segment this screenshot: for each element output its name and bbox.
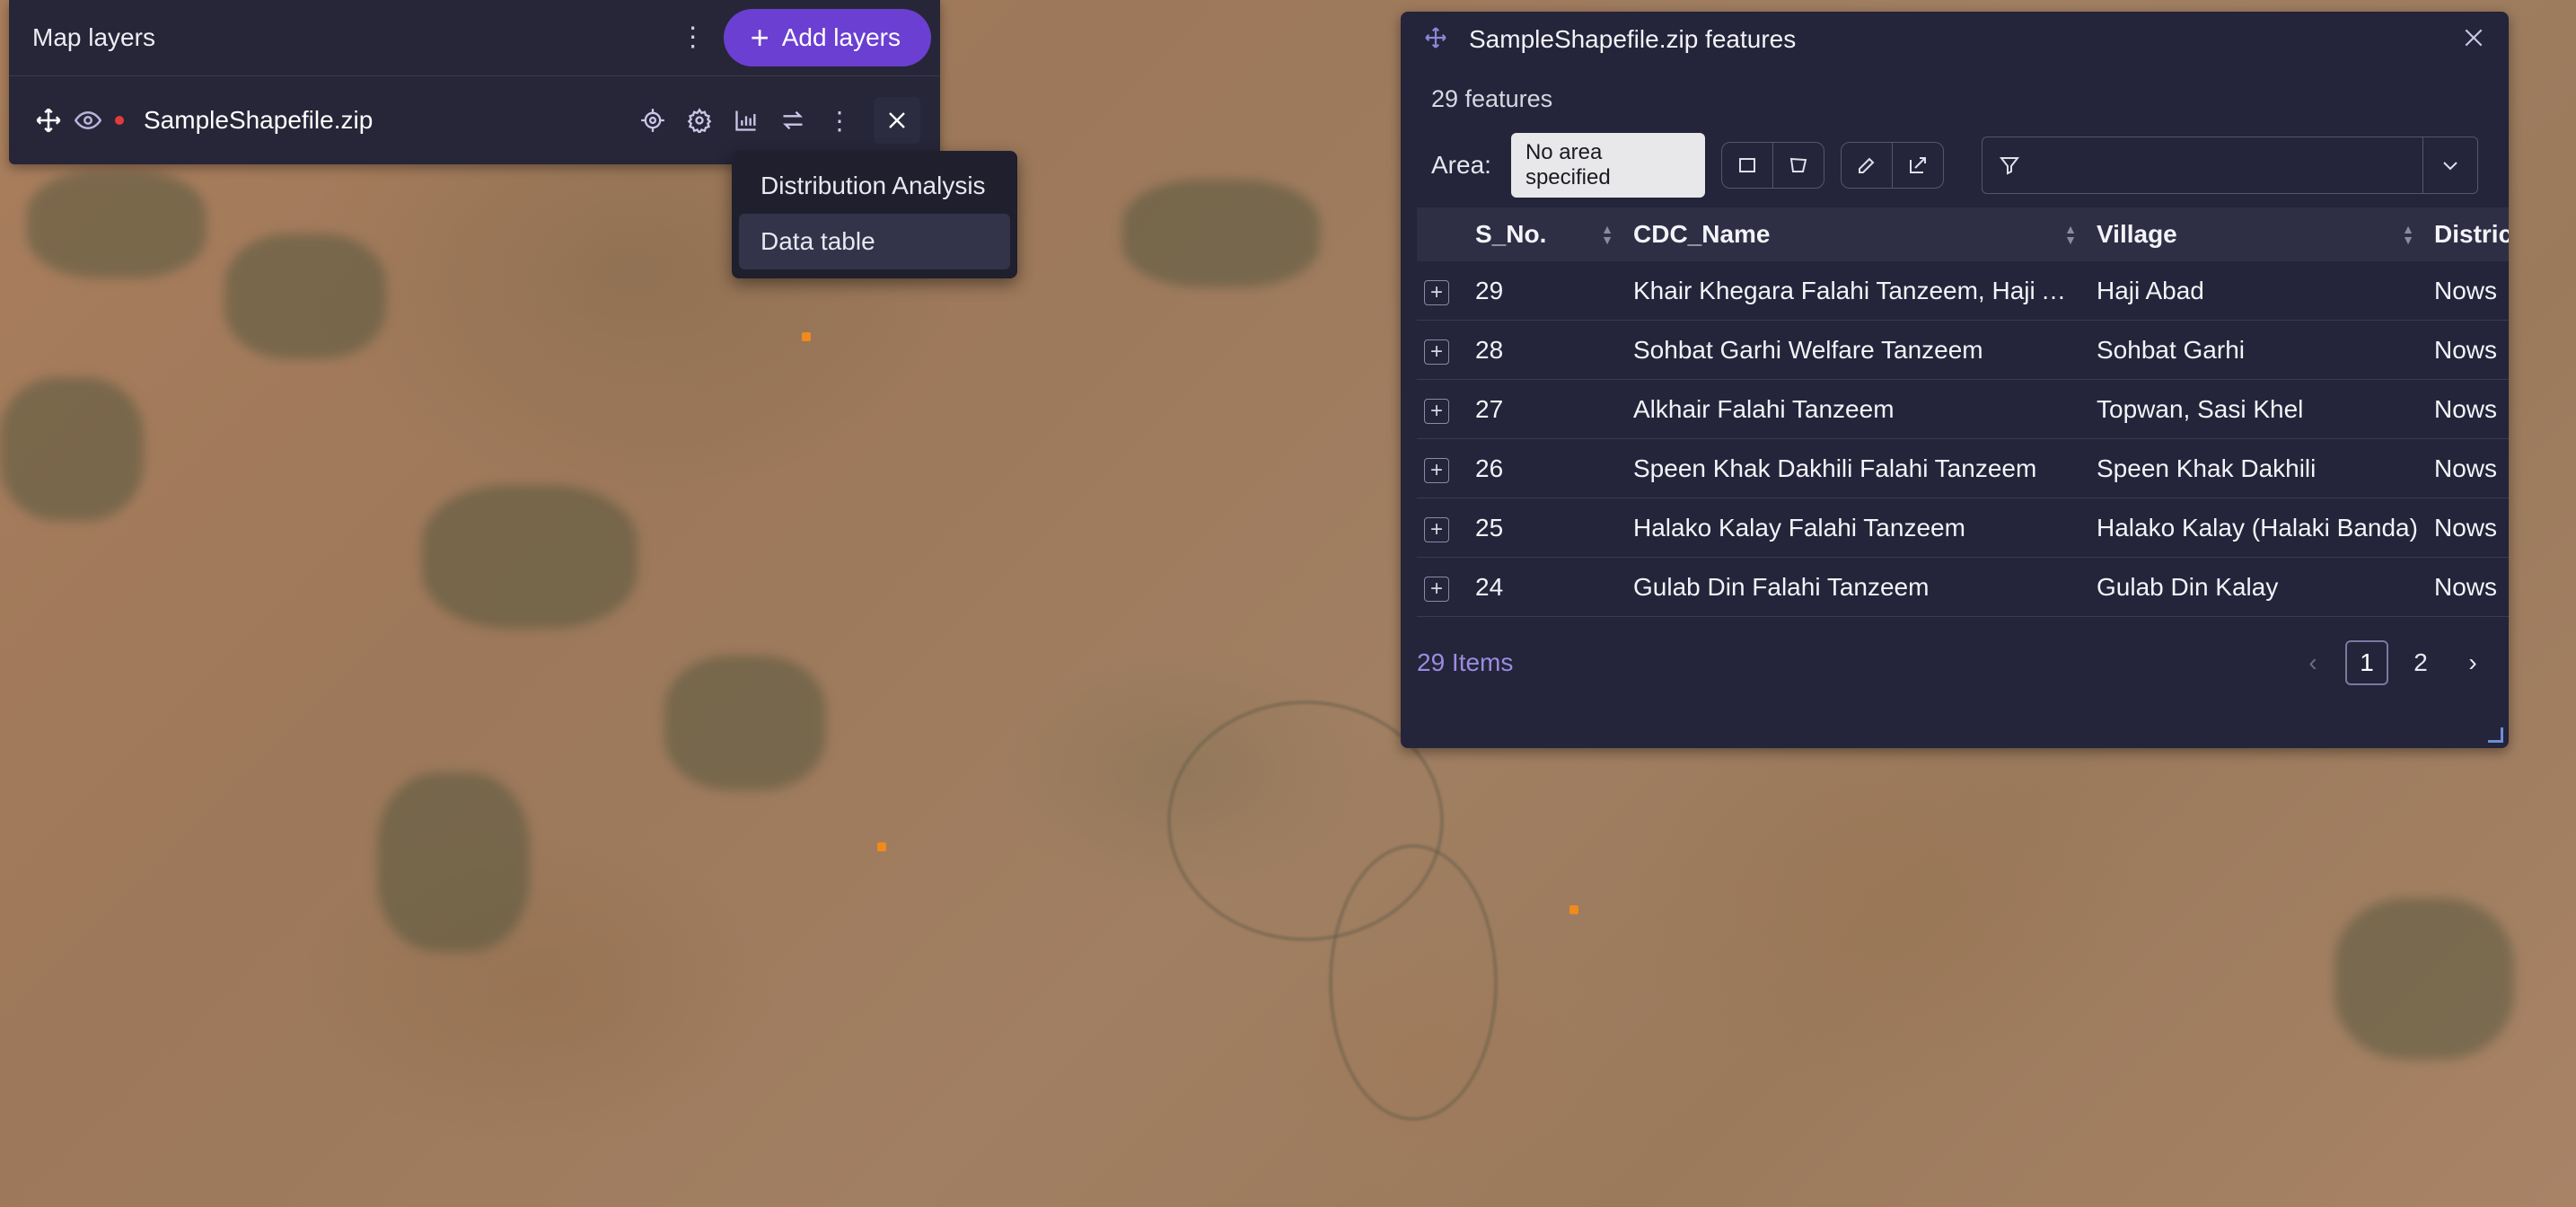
add-layers-button[interactable]: + Add layers xyxy=(723,9,931,66)
cell-cdc-name: Khair Khegara Falahi Tanzeem, Haji Ab... xyxy=(1626,261,2089,321)
sort-icon[interactable]: ▲ ▼ xyxy=(2402,223,2414,246)
expand-row-icon[interactable]: + xyxy=(1424,516,1449,542)
swap-icon[interactable] xyxy=(773,101,813,140)
cell-village: Sohbat Garhi xyxy=(2089,320,2427,380)
add-layers-label: Add layers xyxy=(781,23,901,51)
cell-cdc-name: Gulab Din Falahi Tanzeem xyxy=(1626,557,2089,617)
polygon-select-icon[interactable] xyxy=(1772,143,1824,188)
pencil-icon[interactable] xyxy=(1842,143,1892,188)
cell-village: Haji Abad xyxy=(2089,261,2427,321)
page-2-button[interactable]: 2 xyxy=(2401,642,2440,683)
cell-s-no: 28 xyxy=(1468,320,1626,380)
cell-s-no: 25 xyxy=(1468,498,1626,558)
next-page-icon[interactable]: › xyxy=(2453,642,2492,683)
table-row[interactable]: + 26 Speen Khak Dakhili Falahi Tanzeem S… xyxy=(1417,438,2509,498)
table-row[interactable]: + 28 Sohbat Garhi Welfare Tanzeem Sohbat… xyxy=(1417,320,2509,380)
cell-s-no: 27 xyxy=(1468,379,1626,439)
column-header-district[interactable]: Distric xyxy=(2427,207,2509,261)
cell-district: Nows xyxy=(2427,557,2509,617)
map-layers-panel: Map layers ⋮ + Add layers SampleShapefil… xyxy=(9,0,940,164)
map-marker[interactable] xyxy=(1569,905,1578,914)
close-icon xyxy=(2465,29,2483,46)
page-1-button[interactable]: 1 xyxy=(2345,640,2388,685)
items-count: 29 Items xyxy=(1417,648,1514,676)
features-table: S_No. ▲ ▼ CDC_Name ▲ ▼ Village ▲ ▼ Distric + 2… xyxy=(1417,207,2509,617)
area-edit-tools xyxy=(1840,142,1944,189)
filter-input[interactable] xyxy=(2035,137,2422,193)
chevron-down-icon[interactable] xyxy=(2422,137,2477,193)
close-layer-button[interactable] xyxy=(874,97,920,144)
cell-district: Nows xyxy=(2427,379,2509,439)
cell-village: Speen Khak Dakhili xyxy=(2089,438,2427,498)
rectangle-select-icon[interactable] xyxy=(1722,143,1772,188)
area-draw-tools xyxy=(1720,142,1824,189)
sort-icon[interactable]: ▲ ▼ xyxy=(1601,223,1613,246)
layer-context-menu: Distribution Analysis Data table xyxy=(732,151,1017,278)
sort-icon[interactable]: ▲ ▼ xyxy=(2064,223,2077,246)
column-header-s-no[interactable]: S_No. ▲ ▼ xyxy=(1468,207,1626,261)
filter-box xyxy=(1981,137,2478,194)
table-row[interactable]: + 29 Khair Khegara Falahi Tanzeem, Haji … xyxy=(1417,261,2509,321)
cell-district: Nows xyxy=(2427,498,2509,558)
cell-cdc-name: Halako Kalay Falahi Tanzeem xyxy=(1626,498,2089,558)
expand-row-icon[interactable]: + xyxy=(1424,398,1449,424)
area-filter-row: Area: No area specified xyxy=(1401,133,2509,198)
close-icon xyxy=(889,112,905,128)
cell-district: Nows xyxy=(2427,261,2509,321)
area-label: Area: xyxy=(1431,151,1491,179)
expand-row-icon[interactable]: + xyxy=(1424,457,1449,483)
cell-s-no: 26 xyxy=(1468,438,1626,498)
cell-cdc-name: Sohbat Garhi Welfare Tanzeem xyxy=(1626,320,2089,380)
plus-icon: + xyxy=(750,19,769,56)
layer-status-dot xyxy=(115,116,124,125)
table-row[interactable]: + 27 Alkhair Falahi Tanzeem Topwan, Sasi… xyxy=(1417,379,2509,439)
chart-icon[interactable] xyxy=(726,101,766,140)
expand-row-icon[interactable]: + xyxy=(1424,339,1449,365)
layer-name: SampleShapefile.zip xyxy=(144,106,374,134)
menu-item-distribution-analysis[interactable]: Distribution Analysis xyxy=(739,158,1010,214)
layers-title: Map layers xyxy=(32,23,155,51)
table-header-row: S_No. ▲ ▼ CDC_Name ▲ ▼ Village ▲ ▼ Distric xyxy=(1417,207,2509,261)
layers-header: Map layers ⋮ + Add layers xyxy=(9,0,940,76)
pagination: ‹ 1 2 › xyxy=(2293,640,2492,685)
cell-district: Nows xyxy=(2427,438,2509,498)
cell-s-no: 24 xyxy=(1468,557,1626,617)
area-chip[interactable]: No area specified xyxy=(1510,133,1705,198)
eye-icon[interactable] xyxy=(68,101,108,140)
map-marker[interactable] xyxy=(802,332,811,341)
expand-row-icon[interactable]: + xyxy=(1424,576,1449,602)
cell-village: Topwan, Sasi Khel xyxy=(2089,379,2427,439)
column-header-cdc-name[interactable]: CDC_Name ▲ ▼ xyxy=(1626,207,2089,261)
features-title: SampleShapefile.zip features xyxy=(1469,25,1797,53)
table-footer: 29 Items ‹ 1 2 › xyxy=(1401,640,2509,685)
expand-column-header xyxy=(1417,207,1468,261)
cell-village: Gulab Din Kalay xyxy=(2089,557,2427,617)
filter-icon xyxy=(1983,154,2036,176)
gear-icon[interactable] xyxy=(680,101,719,140)
features-header: SampleShapefile.zip features xyxy=(1401,12,2509,67)
close-panel-button[interactable] xyxy=(2462,26,2485,54)
move-icon[interactable] xyxy=(29,101,68,140)
edit-select-icon[interactable] xyxy=(1891,143,1943,188)
cell-cdc-name: Alkhair Falahi Tanzeem xyxy=(1626,379,2089,439)
cell-village: Halako Kalay (Halaki Banda) xyxy=(2089,498,2427,558)
feature-count: 29 features xyxy=(1431,85,1553,112)
drag-handle-icon[interactable] xyxy=(1424,26,1447,54)
layers-more-icon[interactable]: ⋮ xyxy=(675,24,711,51)
map-marker[interactable] xyxy=(877,842,886,851)
cell-cdc-name: Speen Khak Dakhili Falahi Tanzeem xyxy=(1626,438,2089,498)
column-header-village[interactable]: Village ▲ ▼ xyxy=(2089,207,2427,261)
menu-item-data-table[interactable]: Data table xyxy=(739,214,1010,269)
resize-handle-icon[interactable] xyxy=(2488,727,2503,743)
cell-s-no: 29 xyxy=(1468,261,1626,321)
prev-page-icon[interactable]: ‹ xyxy=(2293,642,2333,683)
table-row[interactable]: + 25 Halako Kalay Falahi Tanzeem Halako … xyxy=(1417,498,2509,558)
features-panel: SampleShapefile.zip features 29 features… xyxy=(1401,12,2509,748)
cell-district: Nows xyxy=(2427,320,2509,380)
expand-row-icon[interactable]: + xyxy=(1424,279,1449,305)
locate-icon[interactable] xyxy=(633,101,673,140)
more-icon[interactable]: ⋮ xyxy=(820,101,859,140)
table-row[interactable]: + 24 Gulab Din Falahi Tanzeem Gulab Din … xyxy=(1417,557,2509,617)
